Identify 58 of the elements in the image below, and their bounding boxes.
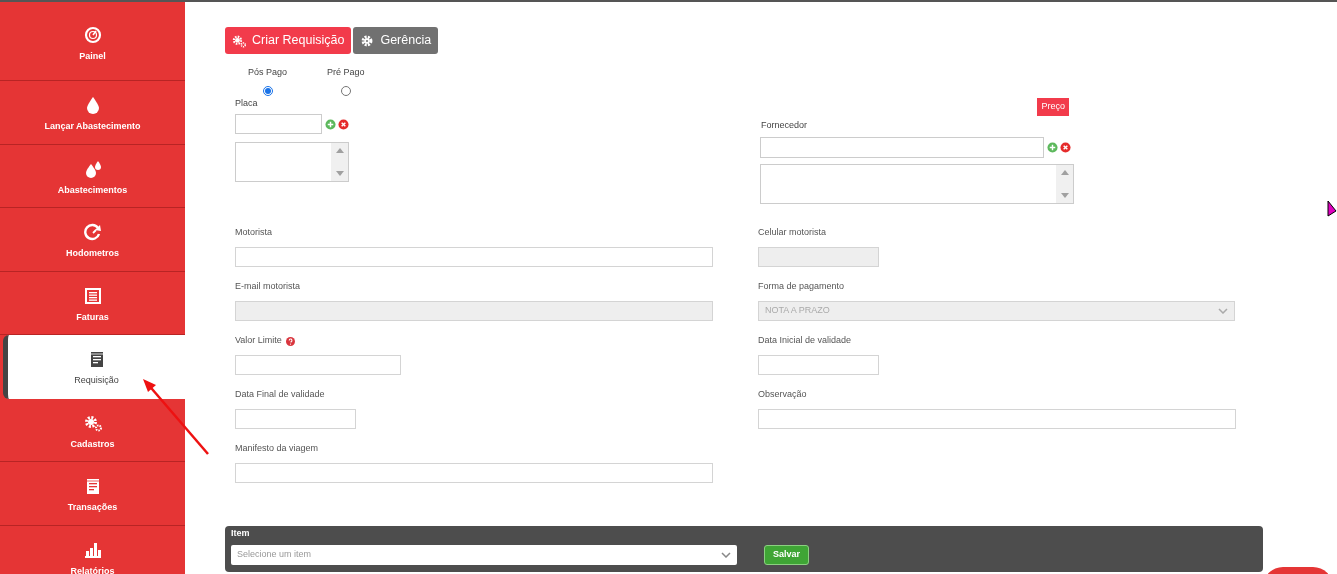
add-icon bbox=[325, 118, 336, 130]
input-field[interactable] bbox=[758, 355, 879, 375]
create-button[interactable]: Criar Requisição bbox=[225, 27, 352, 54]
gears-icon bbox=[83, 413, 102, 432]
field-label: E-mail motorista bbox=[235, 280, 300, 294]
field-label: Fornecedor bbox=[761, 118, 809, 132]
sidebar-item[interactable]: Hodometros bbox=[0, 208, 185, 272]
input-field[interactable] bbox=[235, 114, 322, 134]
field-label: Valor Limite bbox=[235, 334, 282, 348]
scroll-up-icon bbox=[335, 148, 344, 153]
field-label: Observação bbox=[758, 388, 807, 402]
price-badge: Preço bbox=[1037, 98, 1069, 116]
cursor-icon bbox=[1327, 200, 1337, 218]
field-label: Manifesto da viagem bbox=[235, 442, 319, 456]
gears-icon bbox=[232, 33, 246, 48]
field-label: Placa bbox=[235, 96, 259, 110]
field-label: Motorista bbox=[235, 226, 272, 240]
radio-label: Pós Pago bbox=[248, 66, 288, 79]
select-field[interactable]: Selecione um item bbox=[231, 545, 737, 565]
input-field[interactable] bbox=[760, 137, 1044, 158]
input-field[interactable] bbox=[235, 409, 356, 429]
input-field[interactable] bbox=[235, 355, 401, 375]
management-button[interactable]: Gerência bbox=[353, 27, 439, 54]
sidebar-item[interactable]: Abastecimentos bbox=[0, 144, 185, 208]
field-label: Data Inicial de validade bbox=[758, 334, 852, 348]
add-icon bbox=[1047, 142, 1058, 153]
remove-icon bbox=[1060, 142, 1071, 153]
sidebar-item[interactable]: Requisição bbox=[3, 335, 185, 399]
radio-label: Pré Pago bbox=[327, 66, 365, 79]
chevron-down-icon bbox=[721, 552, 731, 558]
remove-icon bbox=[338, 118, 349, 130]
radio-button[interactable] bbox=[262, 85, 273, 96]
sidebar-item[interactable]: Cadastros bbox=[0, 398, 185, 462]
field-label: Forma de pagamento bbox=[758, 280, 845, 294]
sidebar-item[interactable]: Lançar Abastecimento bbox=[0, 81, 185, 145]
chevron-down-icon bbox=[1218, 308, 1228, 314]
sidebar-item[interactable]: Painel bbox=[0, 3, 185, 81]
list-box[interactable] bbox=[235, 142, 349, 182]
radio-button[interactable] bbox=[340, 85, 351, 96]
scroll-down-icon bbox=[1060, 193, 1069, 198]
field-label: Celular motorista bbox=[758, 226, 827, 240]
save-button[interactable]: Salvar bbox=[764, 545, 810, 565]
field-label: Item bbox=[231, 527, 251, 539]
list-box[interactable] bbox=[760, 164, 1074, 204]
bar-chart-icon bbox=[83, 540, 102, 559]
input-field[interactable] bbox=[235, 247, 713, 267]
sidebar-item[interactable]: Transações bbox=[0, 462, 185, 526]
input-field[interactable] bbox=[235, 463, 713, 483]
scroll-down-icon bbox=[335, 171, 344, 176]
odometer-icon bbox=[83, 223, 102, 241]
sidebar-item[interactable]: Relatórios bbox=[0, 525, 185, 574]
gauge-icon bbox=[83, 26, 102, 44]
invoice-icon bbox=[83, 286, 102, 305]
drops-icon bbox=[83, 159, 102, 178]
gear-icon bbox=[360, 33, 375, 48]
field-label: Data Final de validade bbox=[235, 388, 325, 402]
scroll-up-icon bbox=[1060, 170, 1069, 175]
input-field[interactable] bbox=[758, 409, 1236, 429]
